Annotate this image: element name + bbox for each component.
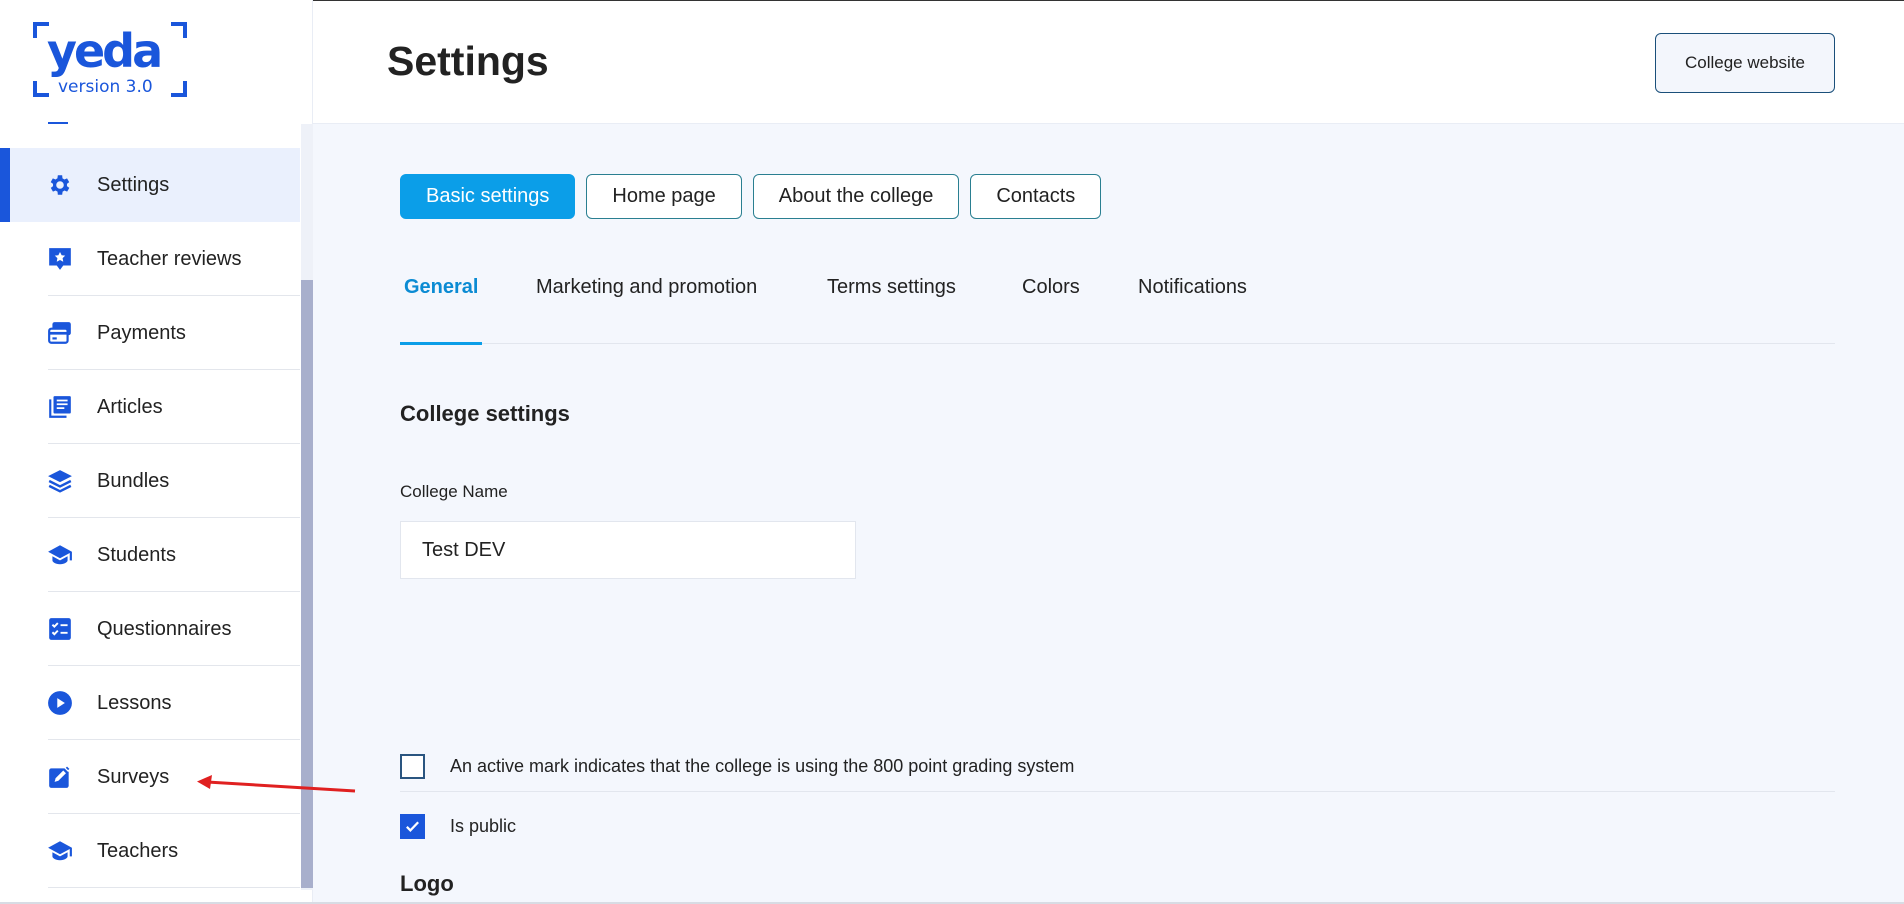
gear-icon xyxy=(47,172,73,198)
sidebar-item-lessons[interactable]: Lessons xyxy=(0,666,300,740)
settings-tabs: General Marketing and promotion Terms se… xyxy=(400,264,1835,345)
tab-label: Marketing and promotion xyxy=(536,276,758,298)
college-website-button[interactable]: College website xyxy=(1655,33,1835,93)
sidebar-item-label: Questionnaires xyxy=(97,617,232,640)
edit-square-icon xyxy=(47,764,73,790)
sidebar-item-articles[interactable]: Articles xyxy=(0,370,300,444)
logo-bracket xyxy=(33,81,49,97)
settings-sections: Basic settings Home page About the colle… xyxy=(400,174,1102,219)
sidebar-top-stub xyxy=(48,122,68,124)
is-public-checkbox[interactable] xyxy=(400,814,425,839)
sidebar-item-label: Bundles xyxy=(97,469,170,492)
check-icon xyxy=(406,821,419,833)
sidebar-item-label: Surveys xyxy=(97,765,170,788)
sidebar-item-questionnaires[interactable]: Questionnaires xyxy=(0,592,300,666)
sidebar-item-students[interactable]: Students xyxy=(0,518,300,592)
yeda-logo[interactable]: yeda version 3.0 xyxy=(33,22,187,97)
sidebar-item-settings[interactable]: Settings xyxy=(0,148,300,222)
pill-about-the-college[interactable]: About the college xyxy=(752,174,960,219)
page-title: Settings xyxy=(387,38,549,84)
college-settings-heading: College settings xyxy=(400,401,570,426)
tab-label: Colors xyxy=(1022,276,1080,298)
tab-general[interactable]: General xyxy=(400,264,483,345)
sidebar-item-label: Teachers xyxy=(97,839,179,862)
star-comment-icon xyxy=(47,246,73,272)
grading-system-checkbox[interactable] xyxy=(400,754,425,779)
college-name-field[interactable] xyxy=(400,521,856,579)
logo-bracket xyxy=(171,81,187,97)
credit-cards-icon xyxy=(47,320,73,346)
graduation-cap-icon xyxy=(47,838,73,864)
sidebar-item-bundles[interactable]: Bundles xyxy=(0,444,300,518)
pill-home-page[interactable]: Home page xyxy=(586,174,742,219)
sidebar-item-label: Articles xyxy=(97,395,163,418)
logo-section-heading: Logo xyxy=(400,871,454,896)
sidebar-item-teacher-reviews[interactable]: Teacher reviews xyxy=(0,222,300,296)
articles-icon xyxy=(47,394,73,420)
tab-label: Notifications xyxy=(1138,276,1247,298)
play-circle-icon xyxy=(47,690,73,716)
logo-wordmark: yeda xyxy=(47,24,163,78)
tab-label: General xyxy=(404,276,479,298)
logo-bracket xyxy=(171,22,187,38)
section-divider xyxy=(400,791,1835,792)
tab-terms-settings[interactable]: Terms settings xyxy=(827,264,956,344)
layers-icon xyxy=(47,468,73,494)
sidebar-item-label: Settings xyxy=(97,173,170,196)
tab-marketing-and-promotion[interactable]: Marketing and promotion xyxy=(536,264,757,344)
sidebar-item-label: Teacher reviews xyxy=(97,247,242,270)
college-name-label: College Name xyxy=(400,482,508,501)
graduation-cap-icon xyxy=(47,542,73,568)
tab-notifications[interactable]: Notifications xyxy=(1138,264,1247,344)
grading-system-label: An active mark indicates that the colleg… xyxy=(450,756,1075,776)
grading-system-checkbox-row[interactable]: An active mark indicates that the colleg… xyxy=(400,754,1074,779)
pill-contacts[interactable]: Contacts xyxy=(970,174,1102,219)
sidebar-item-label: Students xyxy=(97,543,176,566)
logo-version: version 3.0 xyxy=(58,77,153,97)
sidebar: yeda version 3.0 Settings Teacher review… xyxy=(0,0,313,904)
top-header: Settings College website xyxy=(313,0,1904,124)
pill-basic-settings[interactable]: Basic settings xyxy=(400,174,576,219)
divider xyxy=(48,887,300,888)
sidebar-item-teachers[interactable]: Teachers xyxy=(0,814,300,888)
sidebar-item-payments[interactable]: Payments xyxy=(0,296,300,370)
is-public-checkbox-row[interactable]: Is public xyxy=(400,814,516,839)
checklist-icon xyxy=(47,616,73,642)
tab-label: Terms settings xyxy=(827,276,956,298)
sidebar-item-label: Lessons xyxy=(97,691,172,714)
tab-colors[interactable]: Colors xyxy=(1022,264,1080,344)
sidebar-item-label: Payments xyxy=(97,321,186,344)
is-public-label: Is public xyxy=(450,816,517,836)
annotation-arrow-icon xyxy=(197,775,356,793)
